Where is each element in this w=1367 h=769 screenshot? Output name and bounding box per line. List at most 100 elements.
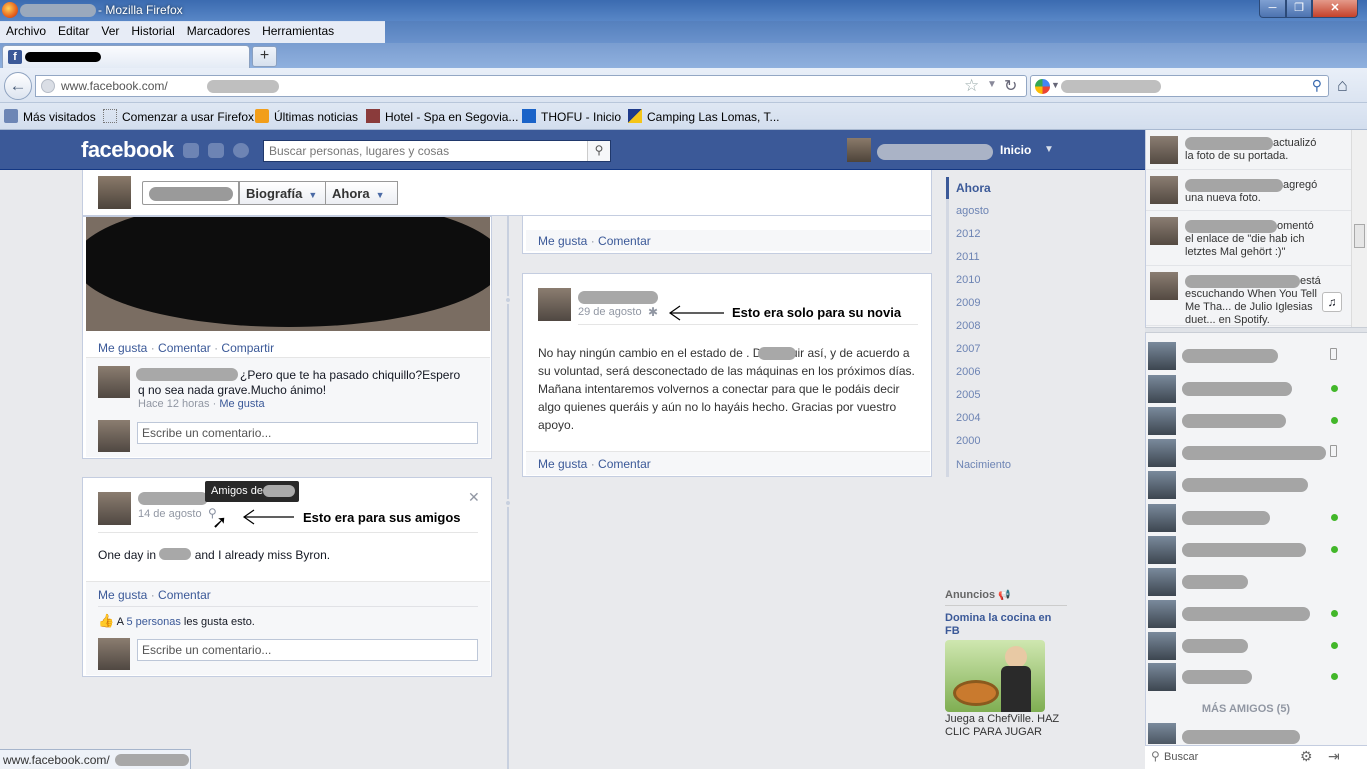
chat-contact[interactable]	[1148, 374, 1348, 404]
ticker-item[interactable]: está escuchando When You Tell Me Tha... …	[1146, 266, 1351, 326]
account-menu-icon[interactable]: ▼	[1044, 144, 1054, 155]
url-text[interactable]: www.facebook.com/	[61, 79, 168, 93]
chat-contact[interactable]	[1148, 470, 1348, 500]
bookmark-hotel-spa[interactable]: Hotel - Spa en Segovia...	[366, 109, 518, 124]
minimize-button[interactable]: ─	[1259, 0, 1286, 18]
google-engine-icon[interactable]	[1035, 79, 1050, 94]
chat-search-input[interactable]: Buscar	[1164, 751, 1198, 763]
bookmark-mas-visitados[interactable]: Más visitados	[4, 109, 96, 124]
tl-nav-2012[interactable]: 2012	[956, 228, 980, 240]
close-icon[interactable]: ✕	[468, 489, 480, 506]
tl-nav-august[interactable]: agosto	[956, 205, 989, 217]
tl-nav-2006[interactable]: 2006	[956, 366, 980, 378]
maximize-button[interactable]: ❐	[1286, 0, 1312, 18]
menu-ver[interactable]: Ver	[95, 21, 125, 38]
like-link[interactable]: Me gusta	[538, 457, 587, 471]
bookmark-star-icon[interactable]: ☆	[964, 76, 979, 96]
likers-link[interactable]: 5 personas	[126, 616, 180, 628]
profile-name-button[interactable]	[142, 181, 239, 205]
like-link[interactable]: Me gusta	[98, 341, 147, 355]
facebook-search-input[interactable]	[264, 141, 589, 161]
comment-time[interactable]: Hace 12 horas	[138, 398, 210, 410]
menu-editar[interactable]: Editar	[52, 21, 95, 38]
comment-link[interactable]: Comentar	[598, 234, 651, 248]
avatar[interactable]	[847, 138, 871, 162]
ad-title[interactable]: Domina la cocina en FB	[945, 612, 1065, 638]
ticker-item[interactable]: actualizó la foto de su portada.	[1146, 130, 1351, 170]
chat-contact[interactable]	[1148, 341, 1348, 371]
search-bar[interactable]: ▼ ⚲	[1030, 75, 1329, 97]
post-photo[interactable]	[86, 217, 490, 331]
menu-marcadores[interactable]: Marcadores	[181, 21, 256, 38]
music-note-icon[interactable]: ♫	[1322, 292, 1342, 312]
gear-icon[interactable]: ⚙	[1300, 748, 1313, 765]
history-dropdown-icon[interactable]: ▼	[987, 79, 997, 90]
chat-contact[interactable]	[1148, 567, 1348, 597]
tl-nav-2000[interactable]: 2000	[956, 435, 980, 447]
redacted-author[interactable]	[138, 492, 208, 505]
messages-icon[interactable]	[208, 143, 224, 158]
ad-image[interactable]	[945, 640, 1045, 712]
home-link[interactable]: Inicio	[1000, 143, 1031, 157]
gear-icon[interactable]: ✱	[648, 305, 658, 319]
avatar[interactable]	[98, 492, 131, 525]
ad-description[interactable]: Juega a ChefVille. HAZ CLIC PARA JUGAR	[945, 713, 1065, 739]
bookmark-comenzar-firefox[interactable]: Comenzar a usar Firefox	[103, 109, 254, 124]
engine-dropdown-icon[interactable]: ▼	[1051, 80, 1060, 90]
menu-herramientas[interactable]: Herramientas	[256, 21, 340, 38]
like-link[interactable]: Me gusta	[538, 234, 587, 248]
more-friends-header[interactable]: MÁS AMIGOS (5)	[1145, 703, 1347, 715]
ticker-item[interactable]: omentó el enlace de "die hab ich letztes…	[1146, 211, 1351, 266]
avatar[interactable]	[538, 288, 571, 321]
tl-nav-2009[interactable]: 2009	[956, 297, 980, 309]
tl-nav-birth[interactable]: Nacimiento	[956, 459, 1011, 471]
chat-contact[interactable]	[1148, 631, 1348, 661]
menu-archivo[interactable]: Archivo	[0, 21, 52, 38]
facebook-logo[interactable]: facebook	[81, 137, 174, 163]
back-button[interactable]: ←	[4, 72, 32, 100]
chat-contact[interactable]	[1148, 406, 1348, 436]
ticker-scrollbar[interactable]	[1351, 130, 1367, 330]
comment-like-link[interactable]: Me gusta	[219, 398, 264, 410]
chat-contact[interactable]	[1148, 662, 1348, 692]
like-link[interactable]: Me gusta	[98, 588, 147, 602]
search-icon[interactable]: ⚲	[587, 141, 610, 161]
home-button[interactable]: ⌂	[1337, 75, 1348, 96]
comment-link[interactable]: Comentar	[158, 341, 211, 355]
post-date[interactable]: 29 de agosto	[578, 306, 642, 318]
redacted-author[interactable]	[578, 291, 658, 304]
tl-nav-2005[interactable]: 2005	[956, 389, 980, 401]
bookmark-camping[interactable]: Camping Las Lomas, T...	[628, 109, 780, 124]
comment-input[interactable]	[138, 640, 477, 660]
tl-nav-now[interactable]: Ahora	[956, 181, 991, 195]
post-date[interactable]: 14 de agosto	[138, 508, 202, 520]
tl-nav-2010[interactable]: 2010	[956, 274, 980, 286]
avatar[interactable]	[98, 366, 130, 398]
close-button[interactable]: ✕	[1312, 0, 1358, 18]
avatar[interactable]	[98, 176, 131, 209]
chat-contact[interactable]	[1148, 535, 1348, 565]
comment-link[interactable]: Comentar	[158, 588, 211, 602]
url-bar[interactable]: www.facebook.com/ ☆ ▼ ↻	[35, 75, 1027, 97]
chat-contact[interactable]	[1148, 599, 1348, 629]
popout-icon[interactable]: ⇥	[1328, 748, 1340, 765]
chat-contact[interactable]	[1148, 503, 1348, 533]
chat-contact[interactable]	[1148, 722, 1348, 744]
search-icon[interactable]: ⚲	[1312, 77, 1322, 94]
friend-requests-icon[interactable]	[183, 143, 199, 158]
share-link[interactable]: Compartir	[221, 341, 274, 355]
new-tab-button[interactable]: +	[252, 46, 277, 67]
tab-facebook[interactable]: f	[2, 45, 250, 68]
notifications-icon[interactable]	[233, 143, 249, 158]
tl-nav-2007[interactable]: 2007	[956, 343, 980, 355]
site-identity-icon[interactable]	[41, 79, 55, 93]
redacted-user-name[interactable]	[877, 144, 993, 160]
ticker-chat-divider[interactable]	[1145, 327, 1367, 333]
scrollbar-thumb[interactable]	[1354, 224, 1365, 248]
now-button[interactable]: Ahora ▼	[325, 181, 398, 205]
comment-link[interactable]: Comentar	[598, 457, 651, 471]
tl-nav-2004[interactable]: 2004	[956, 412, 980, 424]
bookmark-ultimas-noticias[interactable]: Últimas noticias	[255, 109, 358, 124]
biography-button[interactable]: Biografía ▼	[239, 181, 326, 205]
bookmark-thofu[interactable]: THOFU - Inicio	[522, 109, 621, 124]
